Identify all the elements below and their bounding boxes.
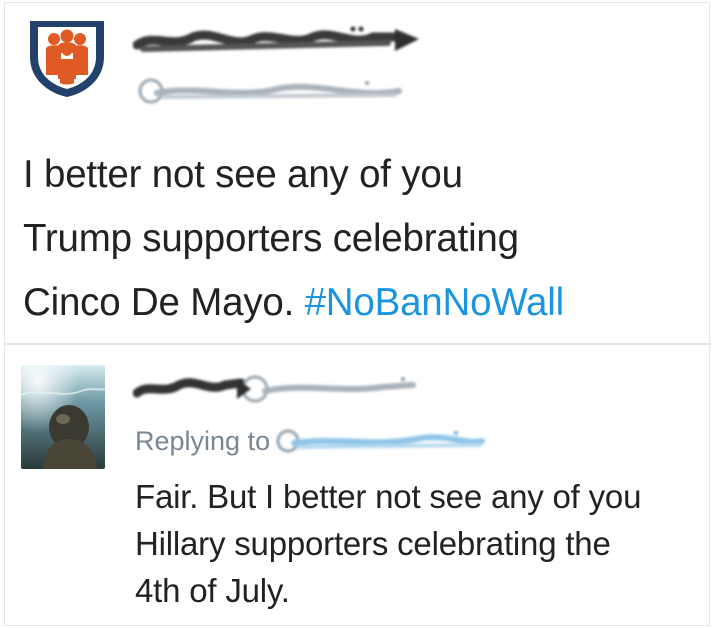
tweet-thread: I better not see any of you Trump suppor… [4, 2, 711, 627]
redacted-display-name [133, 26, 419, 52]
replying-to-row: Replying to [135, 421, 490, 461]
reply-body: Fair. But I better not see any of you Hi… [135, 478, 642, 609]
tweet-body: I better not see any of you Trump suppor… [23, 143, 693, 335]
original-tweet[interactable]: I better not see any of you Trump suppor… [5, 3, 711, 343]
organization-logo-icon[interactable] [24, 13, 110, 99]
redacted-replied-handle[interactable] [276, 427, 490, 455]
reply-tweet[interactable]: Replying to Fair. But I better not see a… [5, 345, 711, 627]
redacted-reply-name [133, 375, 416, 403]
redacted-username [138, 78, 402, 104]
hashtag-link[interactable]: #NoBanNoWall [305, 281, 565, 324]
replying-to-label: Replying to [135, 425, 271, 456]
reply-avatar[interactable] [21, 365, 105, 469]
